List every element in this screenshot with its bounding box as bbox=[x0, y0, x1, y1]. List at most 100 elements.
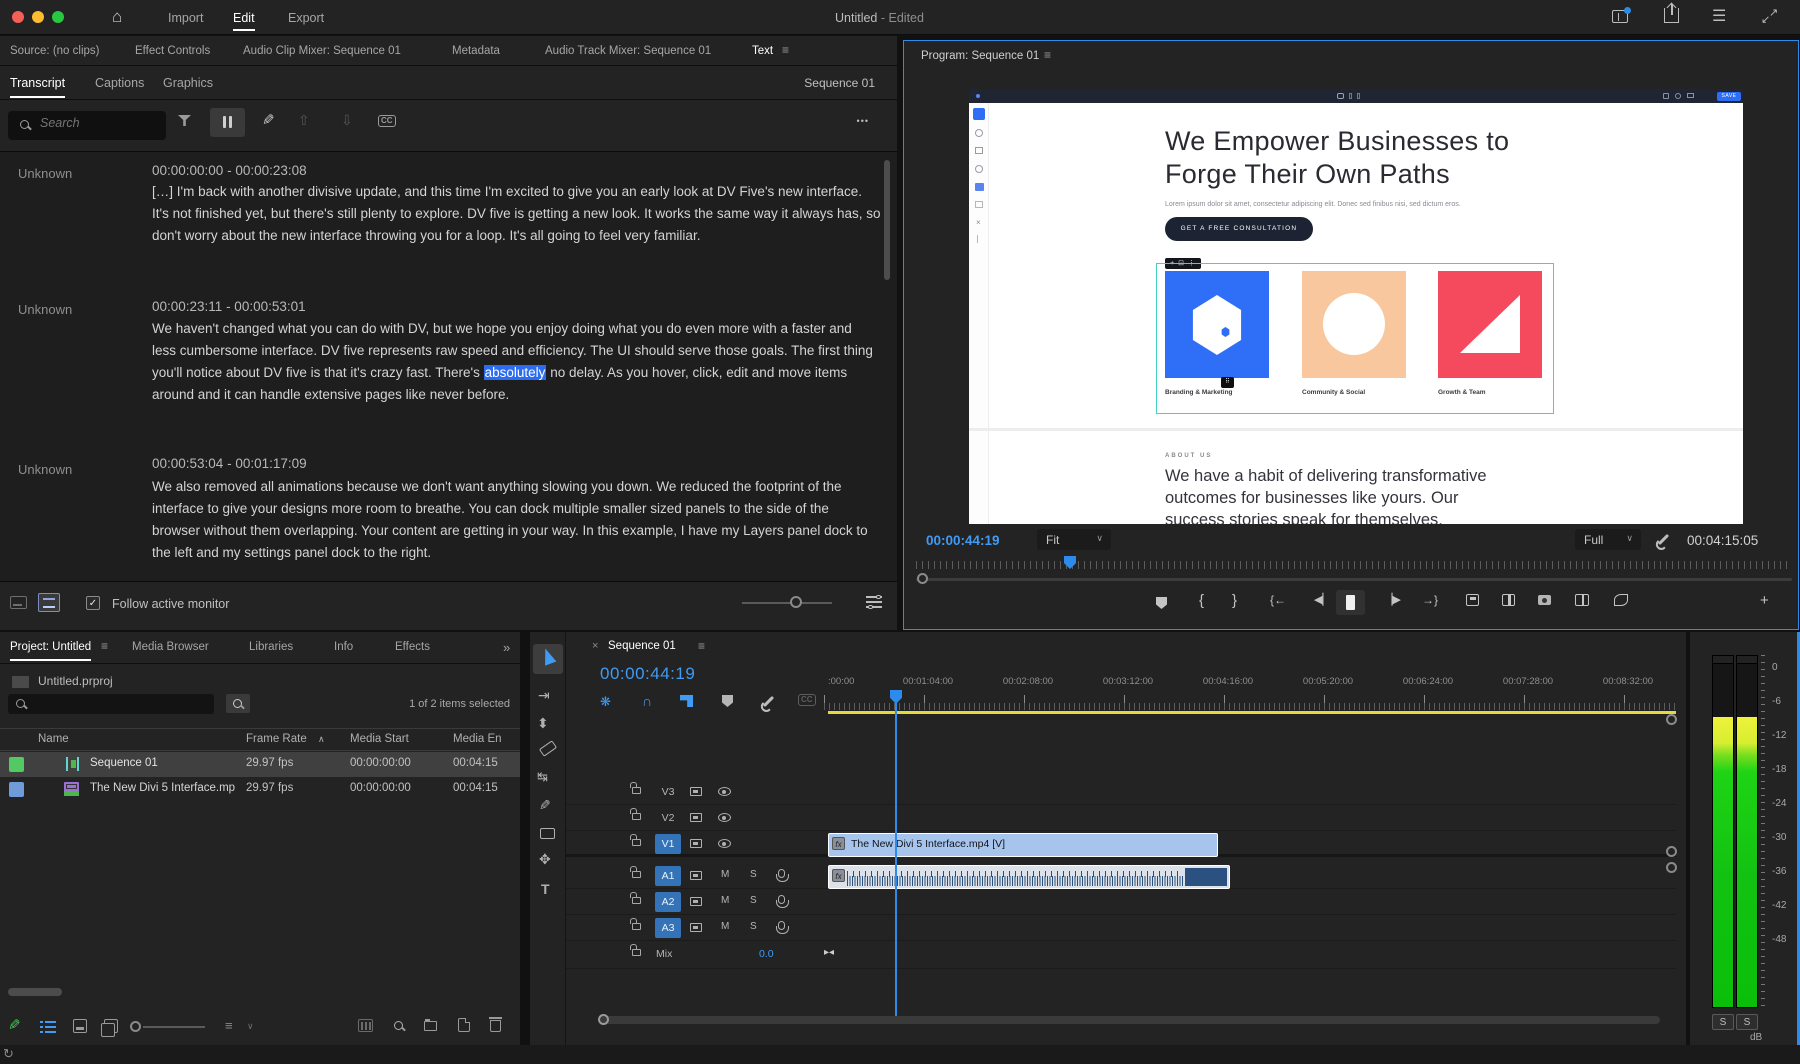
tab-captions[interactable]: Captions bbox=[95, 76, 144, 90]
list-view-icon[interactable] bbox=[40, 1020, 56, 1033]
step-forward-icon[interactable]: ▕▶ bbox=[1384, 595, 1401, 606]
work-area-bar[interactable] bbox=[828, 711, 1676, 714]
delete-icon[interactable] bbox=[490, 1020, 501, 1032]
writable-pencil-icon[interactable]: ✎ bbox=[8, 1018, 21, 1033]
text-zoom-handle[interactable] bbox=[790, 596, 802, 608]
insert-nested-icon[interactable]: ❋ bbox=[600, 694, 611, 710]
add-marker-icon[interactable] bbox=[1156, 597, 1167, 609]
freeform-view-icon[interactable] bbox=[104, 1019, 118, 1033]
audio-clip[interactable]: fx bbox=[828, 865, 1230, 889]
edit-transcript-icon[interactable]: ✎ bbox=[262, 113, 275, 128]
tab-metadata[interactable]: Metadata bbox=[452, 45, 500, 57]
search-input[interactable] bbox=[8, 111, 166, 140]
timeline-hscrollbar[interactable] bbox=[600, 1016, 1660, 1024]
voice-record-icon[interactable] bbox=[778, 921, 785, 930]
find-icon[interactable] bbox=[394, 1021, 403, 1030]
pen-tool[interactable]: ✎ bbox=[539, 798, 551, 812]
tab-transcript[interactable]: Transcript bbox=[10, 76, 65, 98]
text-display-settings-icon[interactable] bbox=[866, 594, 882, 610]
mark-in-icon[interactable]: { bbox=[1199, 593, 1204, 608]
speaker-label[interactable]: Unknown bbox=[18, 302, 72, 317]
timeline-playhead-line[interactable] bbox=[895, 692, 897, 1022]
sync-lock-icon[interactable] bbox=[690, 923, 702, 932]
slip-tool[interactable]: ↹ bbox=[537, 770, 548, 783]
track-label[interactable]: V3 bbox=[655, 782, 681, 802]
rectangle-tool[interactable] bbox=[540, 828, 555, 839]
program-video-frame[interactable]: SAVE × We Empower Businesses to Forge Th… bbox=[969, 89, 1743, 524]
tab-project[interactable]: Project: Untitled bbox=[10, 641, 91, 661]
sync-lock-icon[interactable] bbox=[690, 871, 702, 880]
mute-button[interactable]: M bbox=[721, 921, 729, 932]
menu-edit[interactable]: Edit bbox=[233, 11, 255, 31]
lock-icon[interactable] bbox=[632, 897, 641, 904]
multicam-icon[interactable] bbox=[1614, 594, 1628, 606]
program-settings-wrench-icon[interactable] bbox=[1658, 534, 1669, 545]
caption-block-view-icon[interactable] bbox=[10, 596, 27, 609]
sync-lock-icon[interactable] bbox=[690, 839, 702, 848]
ripple-edit-tool[interactable]: ⬍ bbox=[537, 716, 549, 730]
table-row[interactable]: Sequence 01 29.97 fps 00:00:00:00 00:04:… bbox=[0, 752, 520, 777]
track-a2[interactable]: A2 M S bbox=[566, 889, 1676, 915]
sort-ascending-icon[interactable]: ∧ bbox=[318, 735, 325, 744]
solo-button[interactable]: S bbox=[750, 869, 757, 880]
export-frame-icon[interactable] bbox=[1538, 595, 1551, 605]
caption-inline-view-icon[interactable] bbox=[38, 593, 60, 612]
lock-icon[interactable] bbox=[632, 923, 641, 930]
project-panel-menu-icon[interactable]: ≡ bbox=[101, 640, 108, 652]
app-menu-icon[interactable]: ☰ bbox=[1712, 9, 1726, 25]
tab-effect-controls[interactable]: Effect Controls bbox=[135, 45, 210, 57]
program-scroll-handle[interactable] bbox=[917, 573, 928, 584]
button-editor-icon[interactable]: + bbox=[1760, 593, 1769, 608]
go-to-in-icon[interactable]: {← bbox=[1270, 594, 1286, 606]
razor-tool[interactable] bbox=[539, 740, 557, 757]
sort-icon[interactable]: ≡ bbox=[225, 1019, 233, 1032]
tab-overflow[interactable]: » bbox=[503, 640, 510, 655]
table-row[interactable]: The New Divi 5 Interface.mp 29.97 fps 00… bbox=[0, 777, 520, 802]
timeline-tab[interactable]: Sequence 01 bbox=[608, 640, 676, 652]
sync-lock-icon[interactable] bbox=[690, 813, 702, 822]
lock-icon[interactable] bbox=[632, 839, 641, 846]
solo-left-button[interactable]: S bbox=[1712, 1014, 1734, 1030]
tab-libraries[interactable]: Libraries bbox=[249, 641, 293, 653]
program-quality-select[interactable]: Full ∨ bbox=[1575, 529, 1641, 550]
transcript-settings-toggle[interactable] bbox=[210, 108, 245, 137]
new-bin-icon[interactable] bbox=[424, 1021, 437, 1031]
project-zoom-slider[interactable] bbox=[143, 1026, 205, 1028]
column-media-start[interactable]: Media Start bbox=[350, 733, 409, 745]
program-time-ruler[interactable] bbox=[916, 556, 1792, 569]
program-scrollbar[interactable] bbox=[916, 578, 1792, 581]
lock-icon[interactable] bbox=[632, 813, 641, 820]
sync-status-icon[interactable]: ↻ bbox=[3, 1047, 14, 1060]
track-label[interactable]: V2 bbox=[655, 808, 681, 828]
selection-tool[interactable] bbox=[533, 644, 563, 674]
transcript-more-button[interactable]: ••• bbox=[857, 116, 869, 126]
transcript-search-field[interactable] bbox=[40, 116, 155, 130]
new-item-icon[interactable] bbox=[458, 1018, 470, 1032]
project-hscrollbar[interactable] bbox=[8, 988, 62, 996]
track-select-tool[interactable]: ⇥ bbox=[538, 688, 550, 702]
tab-effects[interactable]: Effects bbox=[395, 641, 430, 653]
lock-icon[interactable] bbox=[632, 871, 641, 878]
timeline-settings-wrench-icon[interactable] bbox=[763, 696, 774, 707]
snap-magnet-icon[interactable]: ∩ bbox=[642, 694, 652, 708]
timeline-vscroll-knob[interactable] bbox=[1666, 714, 1677, 725]
project-search-input[interactable] bbox=[8, 694, 214, 714]
workspace-icon[interactable] bbox=[1612, 10, 1628, 23]
program-panel-menu-icon[interactable]: ≡ bbox=[1044, 49, 1051, 61]
speaker-label[interactable]: Unknown bbox=[18, 166, 72, 181]
label-color-chip[interactable] bbox=[9, 757, 24, 772]
track-mix[interactable]: Mix 0.0 ▸◂ bbox=[566, 941, 1676, 969]
text-panel-menu-icon[interactable]: ≡ bbox=[782, 44, 789, 56]
fullscreen-icon[interactable]: ↗ ↙ bbox=[1762, 8, 1778, 24]
sync-lock-icon[interactable] bbox=[690, 897, 702, 906]
tab-info[interactable]: Info bbox=[334, 641, 353, 653]
voice-record-icon[interactable] bbox=[778, 869, 785, 878]
search-in-bin-button[interactable] bbox=[226, 694, 250, 713]
track-v2[interactable]: V2 bbox=[566, 805, 1676, 831]
column-media-end[interactable]: Media En bbox=[453, 733, 502, 745]
close-icon[interactable]: × bbox=[592, 641, 598, 652]
project-zoom-handle[interactable] bbox=[130, 1021, 141, 1032]
tab-audio-track-mixer[interactable]: Audio Track Mixer: Sequence 01 bbox=[545, 45, 711, 57]
transcript-content[interactable]: Unknown 00:00:00:00 - 00:00:23:08 […] I'… bbox=[0, 151, 897, 581]
track-label[interactable]: A3 bbox=[655, 918, 681, 938]
